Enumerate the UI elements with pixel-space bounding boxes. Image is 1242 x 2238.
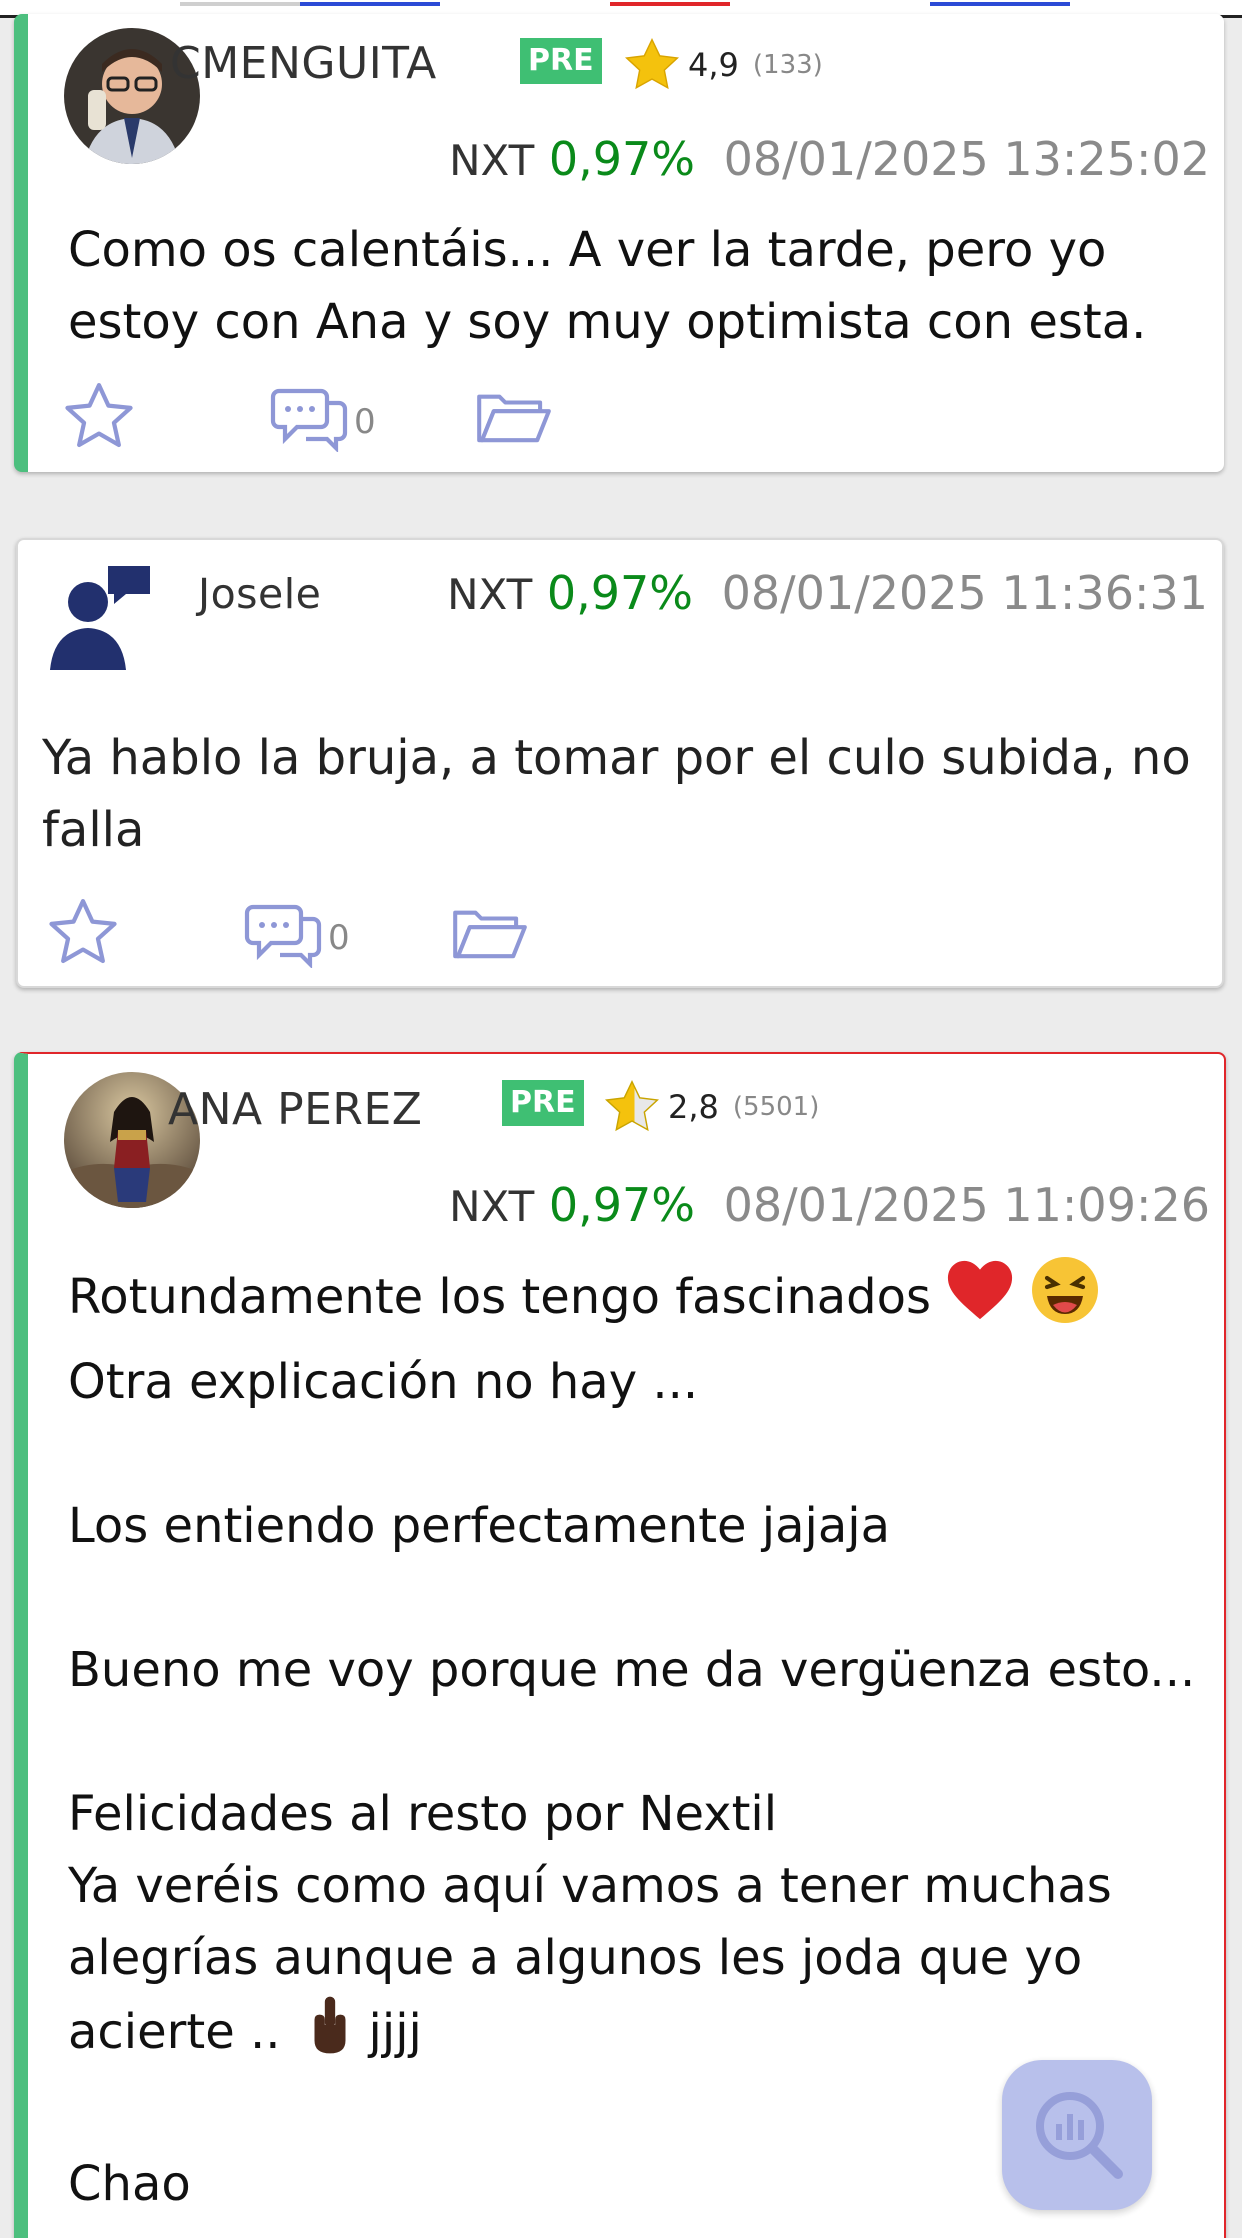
post-meta: NXT 0,97% 08/01/2025 11:36:31 [447,566,1208,620]
username[interactable]: ANA PEREZ [168,1084,422,1135]
post-datetime: 08/01/2025 11:36:31 [721,566,1208,620]
rating-value: 2,8 [668,1088,719,1126]
rating-star-icon [604,1079,660,1132]
post-datetime: 08/01/2025 11:09:26 [723,1178,1210,1232]
body-line: Felicidades al resto por Nextil [68,1786,778,1842]
post-card: Josele NXT 0,97% 08/01/2025 11:36:31 Ya … [16,538,1224,988]
comment-count: 0 [354,402,376,442]
pre-badge: PRE [520,38,602,84]
post-actions: 0 [42,894,642,974]
heart-emoji-icon [945,1257,1015,1343]
folder-icon [453,910,527,959]
post-card: CMENGUITA PRE 4,9 (133) NXT 0,97% 08/01/… [14,14,1224,472]
post-body: Como os calentáis... A ver la tarde, per… [68,222,1147,350]
comment-bubble-icon [270,388,348,454]
default-avatar-icon[interactable] [44,560,154,674]
user-rating: 4,9 (133) [622,36,823,94]
favorite-button[interactable] [58,378,140,460]
folder-button[interactable] [452,904,528,966]
rating-star-icon [624,37,680,90]
strip-segment [610,2,730,6]
username[interactable]: CMENGUITA [170,38,437,89]
post-meta: NXT 0,97% 08/01/2025 11:09:26 [449,1178,1210,1232]
folder-icon [477,394,551,443]
body-line: Otra explicación no hay ... [68,1354,699,1410]
star-outline-icon [65,383,133,448]
strip-segment [930,2,1070,6]
ticker[interactable]: NXT [447,570,532,619]
comment-count: 0 [328,918,350,958]
strip-segment [180,2,310,6]
ticker[interactable]: NXT [449,1182,534,1231]
rating-count: (133) [752,50,823,80]
analysis-fab[interactable] [1002,2060,1152,2210]
post-body: Ya hablo la bruja, a tomar por el culo s… [42,730,1191,858]
rating-value: 4,9 [688,46,739,84]
body-line: Rotundamente los tengo fascinados [68,1254,1228,1346]
rating-count: (5501) [732,1092,820,1122]
user-rating: 2,8 (5501) [602,1078,819,1136]
body-line: alegrías aunque a algunos les joda que y… [68,1930,1083,1986]
price-change: 0,97% [548,132,696,186]
username[interactable]: Josele [198,570,321,618]
price-change: 0,97% [548,1178,696,1232]
ticker[interactable]: NXT [449,136,534,185]
laughing-emoji-icon [1029,1254,1101,1346]
post-meta: NXT 0,97% 08/01/2025 13:25:02 [449,132,1210,186]
post-actions: 0 [58,378,658,458]
price-change: 0,97% [546,566,694,620]
body-line: Los entiendo perfectamente jajaja [68,1498,891,1554]
body-line: Ya veréis como aquí vamos a tener muchas [68,1858,1112,1914]
chart-search-icon [1036,2092,1123,2179]
star-outline-icon [49,899,117,964]
middle-finger-emoji-icon [303,1994,357,2076]
pre-badge: PRE [502,1080,584,1126]
favorite-button[interactable] [42,894,124,976]
folder-button[interactable] [476,388,552,450]
body-line: Bueno me voy porque me da vergüenza esto… [68,1642,1196,1698]
strip-segment [300,2,440,6]
comments-button[interactable]: 0 [270,384,376,456]
post-datetime: 08/01/2025 13:25:02 [723,132,1210,186]
comments-button[interactable]: 0 [244,900,350,972]
comment-bubble-icon [244,904,322,970]
